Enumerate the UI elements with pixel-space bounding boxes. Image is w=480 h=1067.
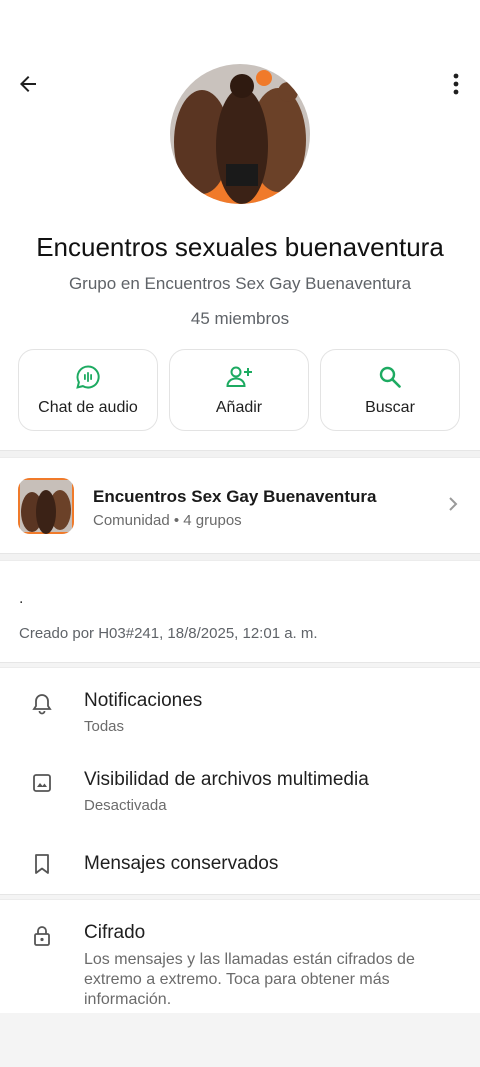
section-divider — [0, 662, 480, 668]
add-member-button[interactable]: Añadir — [169, 349, 309, 431]
search-button[interactable]: Buscar — [320, 349, 460, 431]
encryption-line-3: información. — [84, 991, 172, 1008]
encryption-line-1: Los mensajes y las llamadas están cifrad… — [84, 951, 415, 968]
media-visibility-title: Visibilidad de archivos multimedia — [84, 769, 369, 790]
group-description[interactable]: . — [19, 590, 23, 608]
bottom-area — [0, 1013, 480, 1067]
section-divider — [0, 553, 480, 561]
community-name: Encuentros Sex Gay Buenaventura — [93, 487, 377, 506]
search-label: Buscar — [365, 399, 415, 416]
search-icon — [379, 366, 401, 388]
kept-messages-title: Mensajes conservados — [84, 853, 279, 874]
group-photo — [170, 64, 310, 204]
bell-icon — [30, 692, 54, 716]
community-meta: Comunidad • 4 grupos — [93, 512, 242, 529]
member-count: 45 miembros — [190, 309, 290, 328]
notifications-title: Notificaciones — [84, 690, 203, 711]
media-visibility-row[interactable]: Visibilidad de archivos multimedia Desac… — [0, 757, 480, 827]
encryption-line-2: extremo a extremo. Toca para obtener más — [84, 971, 390, 988]
section-divider — [0, 894, 480, 900]
group-name: Encuentros sexuales buenaventura — [36, 232, 444, 262]
action-buttons: Chat de audio Añadir Buscar — [18, 349, 462, 433]
notifications-row[interactable]: Notificaciones Todas — [0, 678, 480, 748]
add-person-icon — [226, 366, 252, 387]
bookmark-icon — [30, 852, 54, 876]
back-button[interactable] — [12, 68, 44, 100]
media-visibility-value: Desactivada — [84, 797, 167, 814]
section-divider — [0, 450, 480, 458]
audio-chat-button[interactable]: Chat de audio — [18, 349, 158, 431]
created-info: Creado por H03#241, 18/8/2025, 12:01 a. … — [19, 625, 318, 642]
community-row[interactable]: Encuentros Sex Gay Buenaventura Comunida… — [0, 460, 480, 552]
community-thumbnail — [18, 478, 74, 534]
more-options-button[interactable] — [442, 68, 470, 100]
encryption-title: Cifrado — [84, 922, 146, 943]
arrow-left-icon — [20, 76, 36, 92]
group-subtitle[interactable]: Grupo en Encuentros Sex Gay Buenaventura — [0, 274, 480, 294]
group-avatar[interactable] — [170, 64, 310, 204]
image-icon — [30, 771, 54, 795]
audio-chat-label: Chat de audio — [38, 399, 138, 416]
lock-icon — [30, 924, 54, 948]
kept-messages-row[interactable]: Mensajes conservados — [0, 840, 480, 888]
encryption-row[interactable]: Cifrado Los mensajes y las llamadas está… — [0, 910, 480, 1013]
chevron-right-icon — [448, 496, 458, 517]
audio-chat-icon — [76, 365, 100, 389]
notifications-value: Todas — [84, 718, 125, 735]
more-vertical-icon — [453, 73, 459, 95]
add-member-label: Añadir — [215, 399, 263, 416]
